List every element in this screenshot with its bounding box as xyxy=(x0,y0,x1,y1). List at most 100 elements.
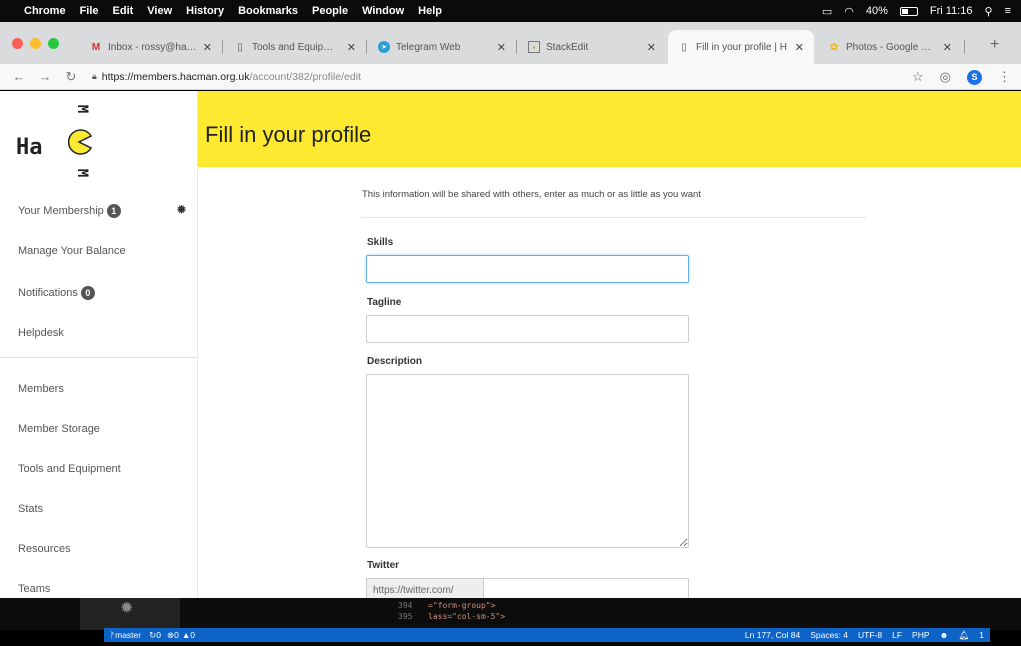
menu-people[interactable]: People xyxy=(312,5,348,17)
feedback-icon[interactable]: ☻ xyxy=(940,630,949,640)
reload-icon[interactable]: ↻ xyxy=(64,69,78,85)
tab-strip: M Inbox - rossy@hacma ✕ ▯ Tools and Equi… xyxy=(0,22,1021,64)
page-icon: ▯ xyxy=(681,41,687,53)
extension-icon[interactable]: ◎ xyxy=(940,69,951,85)
close-window-button[interactable] xyxy=(12,38,23,49)
line-ending[interactable]: LF xyxy=(892,630,902,640)
menu-view[interactable]: View xyxy=(147,5,172,17)
wifi-icon[interactable]: ◠ xyxy=(844,5,854,18)
logo-text: Ha xyxy=(16,135,43,160)
gmail-icon: M xyxy=(91,41,101,53)
sidebar-item-label: Tools and Equipment xyxy=(18,463,121,475)
error-count: 0 xyxy=(174,630,179,640)
tab-inbox[interactable]: M Inbox - rossy@hacma ✕ xyxy=(80,30,222,64)
skills-label: Skills xyxy=(367,237,394,248)
clock[interactable]: Fri 11:16 xyxy=(930,5,973,17)
tab-title: StackEdit xyxy=(546,41,589,53)
menu-history[interactable]: History xyxy=(186,5,224,17)
lock-icon[interactable]: 🔒︎ xyxy=(92,71,97,82)
menu-bookmarks[interactable]: Bookmarks xyxy=(238,5,298,17)
sidebar-item-your-membership[interactable]: Your Membership 1 xyxy=(18,204,121,218)
macos-menu-bar: Chrome File Edit View History Bookmarks … xyxy=(0,0,1021,22)
sidebar-item-notifications[interactable]: Notifications 0 xyxy=(18,286,95,300)
notifications-badge: 0 xyxy=(80,286,95,300)
settings-gear-icon[interactable]: ✹ xyxy=(120,598,133,618)
battery-icon[interactable] xyxy=(899,6,918,16)
bookmark-star-icon[interactable]: ☆ xyxy=(912,69,924,85)
line-number: 394 xyxy=(398,601,413,610)
tab-title: Telegram Web xyxy=(396,41,461,53)
description-textarea[interactable] xyxy=(366,374,689,548)
indentation[interactable]: Spaces: 4 xyxy=(810,630,848,640)
sidebar-item-stats[interactable]: Stats xyxy=(18,503,43,515)
tab-fill-profile[interactable]: ▯ Fill in your profile | H ✕ xyxy=(668,30,814,64)
membership-badge: 1 xyxy=(106,204,121,218)
toolbar-actions: ☆ ◎ S ⋮ xyxy=(912,69,1011,85)
language-mode[interactable]: PHP xyxy=(912,630,929,640)
tab-tools-equipment[interactable]: ▯ Tools and Equipment ✕ xyxy=(224,30,366,64)
sidebar-item-tools-equipment[interactable]: Tools and Equipment xyxy=(18,463,121,475)
close-tab-icon[interactable]: ✕ xyxy=(647,41,656,54)
sidebar-item-member-storage[interactable]: Member Storage xyxy=(18,423,100,435)
photos-icon: ✿ xyxy=(829,41,839,53)
sync-icon[interactable]: ↻ xyxy=(149,630,156,641)
forward-icon[interactable]: → xyxy=(38,69,52,84)
notification-center-icon[interactable]: ≡ xyxy=(1005,5,1011,17)
battery-percent[interactable]: 40% xyxy=(866,5,888,17)
close-tab-icon[interactable]: ✕ xyxy=(347,41,356,54)
menu-edit[interactable]: Edit xyxy=(113,5,134,17)
sidebar-item-label: Notifications xyxy=(18,287,78,299)
bell-icon[interactable]: 🔔︎ xyxy=(958,630,969,641)
chrome-menu-icon[interactable]: ⋮ xyxy=(998,69,1011,85)
gear-icon[interactable]: ✹ xyxy=(176,202,187,218)
sidebar-item-manage-balance[interactable]: Manage Your Balance xyxy=(18,245,126,257)
encoding[interactable]: UTF-8 xyxy=(858,630,882,640)
window-controls xyxy=(12,38,59,49)
maximize-window-button[interactable] xyxy=(48,38,59,49)
menu-file[interactable]: File xyxy=(80,5,99,17)
sidebar: M Ha M Your Membership 1 ✹ Manage Your B… xyxy=(0,91,198,598)
skills-input[interactable] xyxy=(366,255,689,283)
menubar-status-area: ▭ ◠ 40% Fri 11:16 ⚲ ≡ xyxy=(822,5,1011,18)
close-tab-icon[interactable]: ✕ xyxy=(497,41,506,54)
close-tab-icon[interactable]: ✕ xyxy=(203,41,212,54)
new-tab-icon[interactable]: + xyxy=(990,36,999,54)
tab-google-photos[interactable]: ✿ Photos - Google Pho ✕ xyxy=(818,30,962,64)
git-branch[interactable]: master xyxy=(115,630,141,640)
intro-divider xyxy=(362,217,866,218)
airplay-icon[interactable]: ▭ xyxy=(822,5,832,18)
profile-avatar[interactable]: S xyxy=(967,69,982,85)
telegram-icon: ➤ xyxy=(378,41,390,53)
sidebar-item-resources[interactable]: Resources xyxy=(18,543,71,555)
sidebar-item-teams[interactable]: Teams xyxy=(18,583,50,595)
address-bar[interactable]: 🔒︎ https://members.hacman.org.uk/account… xyxy=(92,71,361,83)
menu-help[interactable]: Help xyxy=(418,5,442,17)
twitter-url-prefix: https://twitter.com/ xyxy=(366,578,484,598)
minimize-window-button[interactable] xyxy=(30,38,41,49)
menu-window[interactable]: Window xyxy=(362,5,404,17)
twitter-label: Twitter xyxy=(367,560,400,571)
close-tab-icon[interactable]: ✕ xyxy=(943,41,952,54)
tagline-input[interactable] xyxy=(366,315,689,343)
code-editor-window: ✹ 394 ="form-group"> 395 lass="col-sm-5"> xyxy=(0,598,1021,630)
tab-stackedit[interactable]: ▪ StackEdit ✕ xyxy=(518,30,666,64)
editor-status-bar: ᚠ master ↻ 0 ⊗ 0 ▲ 0 Ln 177, Col 84 Spac… xyxy=(104,628,990,642)
tab-telegram[interactable]: ➤ Telegram Web ✕ xyxy=(368,30,516,64)
code-line: 394 ="form-group"> xyxy=(398,600,505,611)
close-tab-icon[interactable]: ✕ xyxy=(795,41,804,54)
warning-icon[interactable]: ▲ xyxy=(182,630,190,640)
sidebar-item-members[interactable]: Members xyxy=(18,383,64,395)
back-icon[interactable]: ← xyxy=(12,69,26,84)
sidebar-item-label: Manage Your Balance xyxy=(18,245,126,257)
error-icon[interactable]: ⊗ xyxy=(167,630,174,641)
hacman-logo[interactable]: M Ha M xyxy=(16,101,116,181)
twitter-input[interactable] xyxy=(484,578,689,598)
sidebar-item-helpdesk[interactable]: Helpdesk xyxy=(18,327,64,339)
spotlight-icon[interactable]: ⚲ xyxy=(985,5,993,18)
cursor-position[interactable]: Ln 177, Col 84 xyxy=(745,630,800,640)
menu-app-chrome[interactable]: Chrome xyxy=(24,5,66,17)
url-host: https://members.hacman.org.uk xyxy=(101,70,250,83)
stackedit-icon: ▪ xyxy=(528,41,540,53)
browser-toolbar: ← → ↻ 🔒︎ https://members.hacman.org.uk/a… xyxy=(0,64,1021,90)
sidebar-item-label: Helpdesk xyxy=(18,327,64,339)
